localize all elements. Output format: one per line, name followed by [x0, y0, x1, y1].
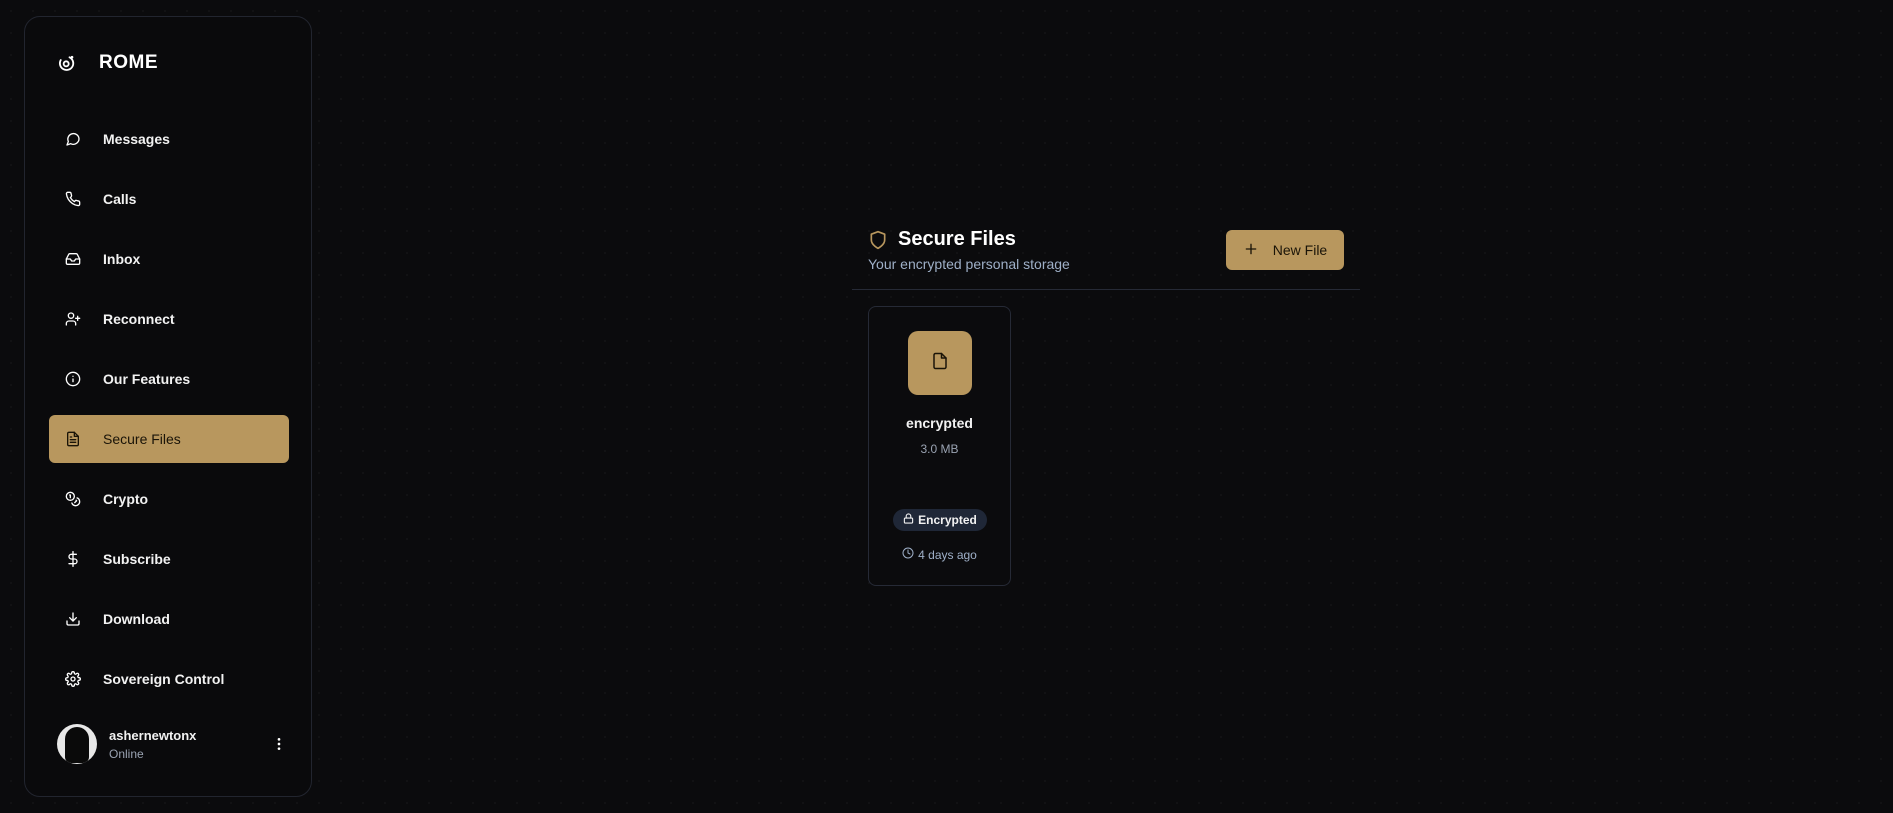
sidebar-item-label: Inbox [103, 251, 141, 267]
user-plus-icon [65, 311, 81, 327]
shield-icon [868, 230, 888, 250]
sidebar-item-label: Messages [103, 131, 170, 147]
file-size: 3.0 MB [920, 442, 959, 456]
sidebar-item-label: Download [103, 611, 170, 627]
inbox-icon [65, 251, 81, 267]
plus-icon [1243, 241, 1259, 260]
sidebar-item-sovereign-control[interactable]: Sovereign Control [49, 655, 289, 703]
user-name: ashernewtonx [109, 727, 197, 743]
file-text-icon [65, 431, 81, 447]
sidebar-item-label: Sovereign Control [103, 671, 225, 687]
sidebar-item-inbox[interactable]: Inbox [49, 235, 289, 283]
sidebar-item-download[interactable]: Download [49, 595, 289, 643]
download-icon [65, 611, 81, 627]
sidebar-item-label: Crypto [103, 491, 149, 507]
file-card[interactable]: encrypted 3.0 MB Encrypted 4 days ago [868, 306, 1011, 586]
sidebar-item-crypto[interactable]: Crypto [49, 475, 289, 523]
panel-header: Secure Files Your encrypted personal sto… [852, 226, 1360, 290]
gear-icon [65, 671, 81, 687]
badge-label: Encrypted [918, 513, 977, 527]
brand-name: ROME [99, 52, 158, 73]
sidebar-item-reconnect[interactable]: Reconnect [49, 295, 289, 343]
sidebar-item-label: Reconnect [103, 311, 175, 327]
file-icon [931, 352, 949, 375]
sidebar-item-messages[interactable]: Messages [49, 115, 289, 163]
brand[interactable]: ROME [57, 49, 158, 77]
user-profile[interactable]: ashernewtonx Online [57, 723, 289, 765]
sidebar-item-subscribe[interactable]: Subscribe [49, 535, 289, 583]
encrypted-badge: Encrypted [893, 509, 987, 531]
info-icon [65, 371, 81, 387]
file-name: encrypted [906, 415, 973, 431]
sidebar-item-label: Secure Files [103, 431, 181, 447]
sidebar-nav: Messages Calls Inbox Reconnect Our Featu… [49, 115, 289, 715]
sidebar-item-our-features[interactable]: Our Features [49, 355, 289, 403]
secure-files-panel: Secure Files Your encrypted personal sto… [852, 226, 1360, 586]
lock-icon [903, 513, 914, 527]
new-file-button[interactable]: New File [1226, 230, 1344, 270]
new-file-label: New File [1272, 242, 1328, 258]
sidebar: ROME Messages Calls Inbox Reconnect Our … [24, 16, 312, 797]
phone-icon [65, 191, 81, 207]
user-info: ashernewtonx Online [109, 728, 269, 761]
page-title: Secure Files [898, 228, 1016, 250]
avatar[interactable] [57, 724, 97, 764]
sidebar-item-label: Our Features [103, 371, 191, 387]
dollar-icon [65, 551, 81, 567]
file-time-label: 4 days ago [918, 547, 977, 562]
orbit-icon [57, 53, 77, 73]
file-timestamp: 4 days ago [869, 547, 1010, 562]
message-circle-icon [65, 131, 81, 147]
sidebar-item-secure-files[interactable]: Secure Files [49, 415, 289, 463]
more-vertical-icon[interactable] [269, 734, 289, 754]
sidebar-item-label: Calls [103, 191, 137, 207]
sidebar-item-label: Subscribe [103, 551, 171, 567]
sidebar-item-calls[interactable]: Calls [49, 175, 289, 223]
title-row: Secure Files [868, 228, 1016, 251]
user-status: Online [109, 746, 144, 761]
page-subtitle: Your encrypted personal storage [868, 256, 1070, 272]
file-thumbnail [908, 331, 972, 395]
clock-icon [902, 547, 914, 562]
coins-icon [65, 491, 81, 507]
